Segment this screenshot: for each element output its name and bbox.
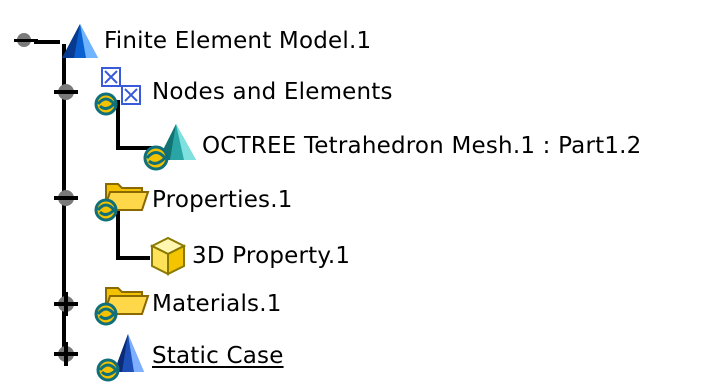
tree-node-label: OCTREE Tetrahedron Mesh.1 : Part1.2 bbox=[202, 133, 642, 159]
materials-expand-toggle[interactable] bbox=[52, 290, 80, 318]
static-case-icon bbox=[96, 334, 144, 382]
properties-folder-icon bbox=[94, 183, 150, 222]
properties-branch-horizontal bbox=[116, 256, 150, 260]
tree-node-label: Materials.1 bbox=[152, 291, 282, 317]
tetra-mesh-icon bbox=[143, 124, 196, 171]
tree-node-finite-element-model[interactable]: Finite Element Model.1 bbox=[58, 22, 373, 60]
tree-node-3d-property[interactable]: 3D Property.1 bbox=[146, 232, 352, 280]
nodes-elements-icon bbox=[94, 67, 141, 116]
tree-node-label: 3D Property.1 bbox=[192, 243, 351, 269]
3d-property-icon bbox=[149, 236, 187, 276]
tree-node-properties[interactable]: Properties.1 bbox=[92, 176, 295, 224]
materials-folder-icon bbox=[94, 287, 150, 326]
tree-node-label: Finite Element Model.1 bbox=[104, 28, 372, 54]
fem-model-icon bbox=[62, 24, 98, 58]
tree-node-materials[interactable]: Materials.1 bbox=[92, 280, 284, 328]
tree-node-octree-tetrahedron-mesh[interactable]: OCTREE Tetrahedron Mesh.1 : Part1.2 bbox=[140, 120, 644, 172]
nodes-elements-collapse-toggle[interactable] bbox=[52, 80, 80, 108]
tree-node-label: Nodes and Elements bbox=[152, 79, 393, 105]
static-case-expand-toggle[interactable] bbox=[52, 340, 80, 368]
tree-node-nodes-and-elements[interactable]: Nodes and Elements bbox=[92, 66, 395, 118]
properties-collapse-toggle[interactable] bbox=[52, 186, 80, 214]
tree-node-label: Properties.1 bbox=[152, 187, 293, 213]
tree-node-label: Static Case bbox=[152, 343, 284, 369]
root-collapse-toggle[interactable] bbox=[12, 28, 40, 56]
specification-tree: Finite Element Model.1 Nodes and Element… bbox=[0, 0, 705, 386]
tree-node-static-case[interactable]: Static Case bbox=[92, 330, 286, 382]
